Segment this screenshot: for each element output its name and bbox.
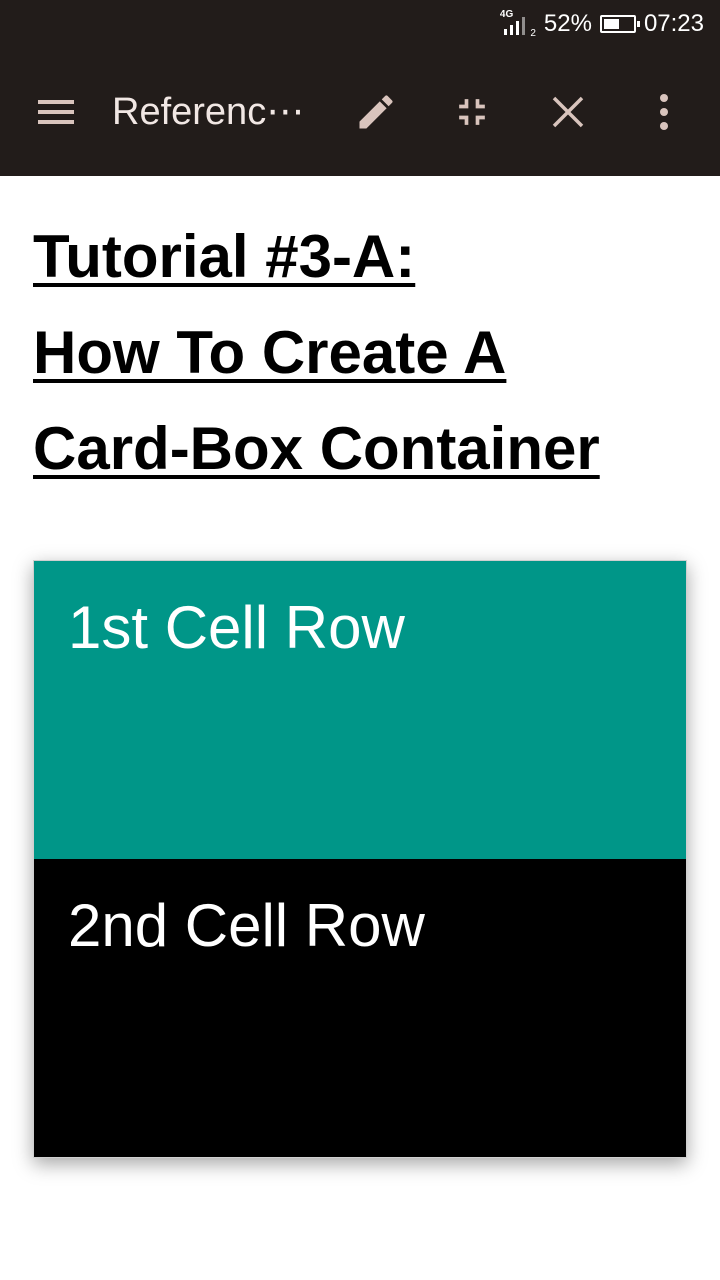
overflow-menu-button[interactable] — [632, 80, 696, 144]
title-line-2: How To Create A — [33, 319, 507, 386]
toolbar-title[interactable]: Referenc⋯ — [112, 88, 322, 136]
cell-row-1-label: 1st Cell Row — [68, 594, 405, 661]
fullscreen-exit-icon — [459, 99, 485, 125]
battery-fill — [603, 19, 619, 29]
more-vert-icon — [660, 94, 668, 130]
signal-bars — [503, 17, 525, 35]
edit-button[interactable] — [344, 80, 408, 144]
article-content: Tutorial #3-A: How To Create A Card-Box … — [0, 176, 720, 1280]
collapse-button[interactable] — [440, 80, 504, 144]
app-toolbar: Referenc⋯ — [0, 48, 720, 176]
close-button[interactable] — [536, 80, 600, 144]
status-bar: 4G 2 52% 07:23 — [0, 0, 720, 48]
battery-icon — [599, 15, 640, 33]
signal-icon: 4G 2 — [500, 9, 536, 39]
battery-percent: 52% — [543, 10, 592, 37]
card-cell-row-1: 1st Cell Row — [34, 561, 686, 859]
hamburger-menu-icon — [38, 100, 74, 124]
sim-slot-label: 2 — [530, 28, 536, 39]
close-icon — [552, 96, 584, 128]
title-line-3: Card-Box Container — [33, 415, 600, 482]
title-line-1: Tutorial #3-A: — [33, 223, 416, 290]
menu-button[interactable] — [24, 80, 88, 144]
cell-row-2-label: 2nd Cell Row — [68, 892, 425, 959]
card-cell-row-2: 2nd Cell Row — [34, 859, 686, 1157]
pencil-icon — [359, 95, 393, 129]
status-indicators: 4G 2 52% 07:23 — [500, 8, 704, 40]
clock: 07:23 — [643, 10, 704, 37]
card-box-container: 1st Cell Row 2nd Cell Row — [33, 560, 687, 1158]
